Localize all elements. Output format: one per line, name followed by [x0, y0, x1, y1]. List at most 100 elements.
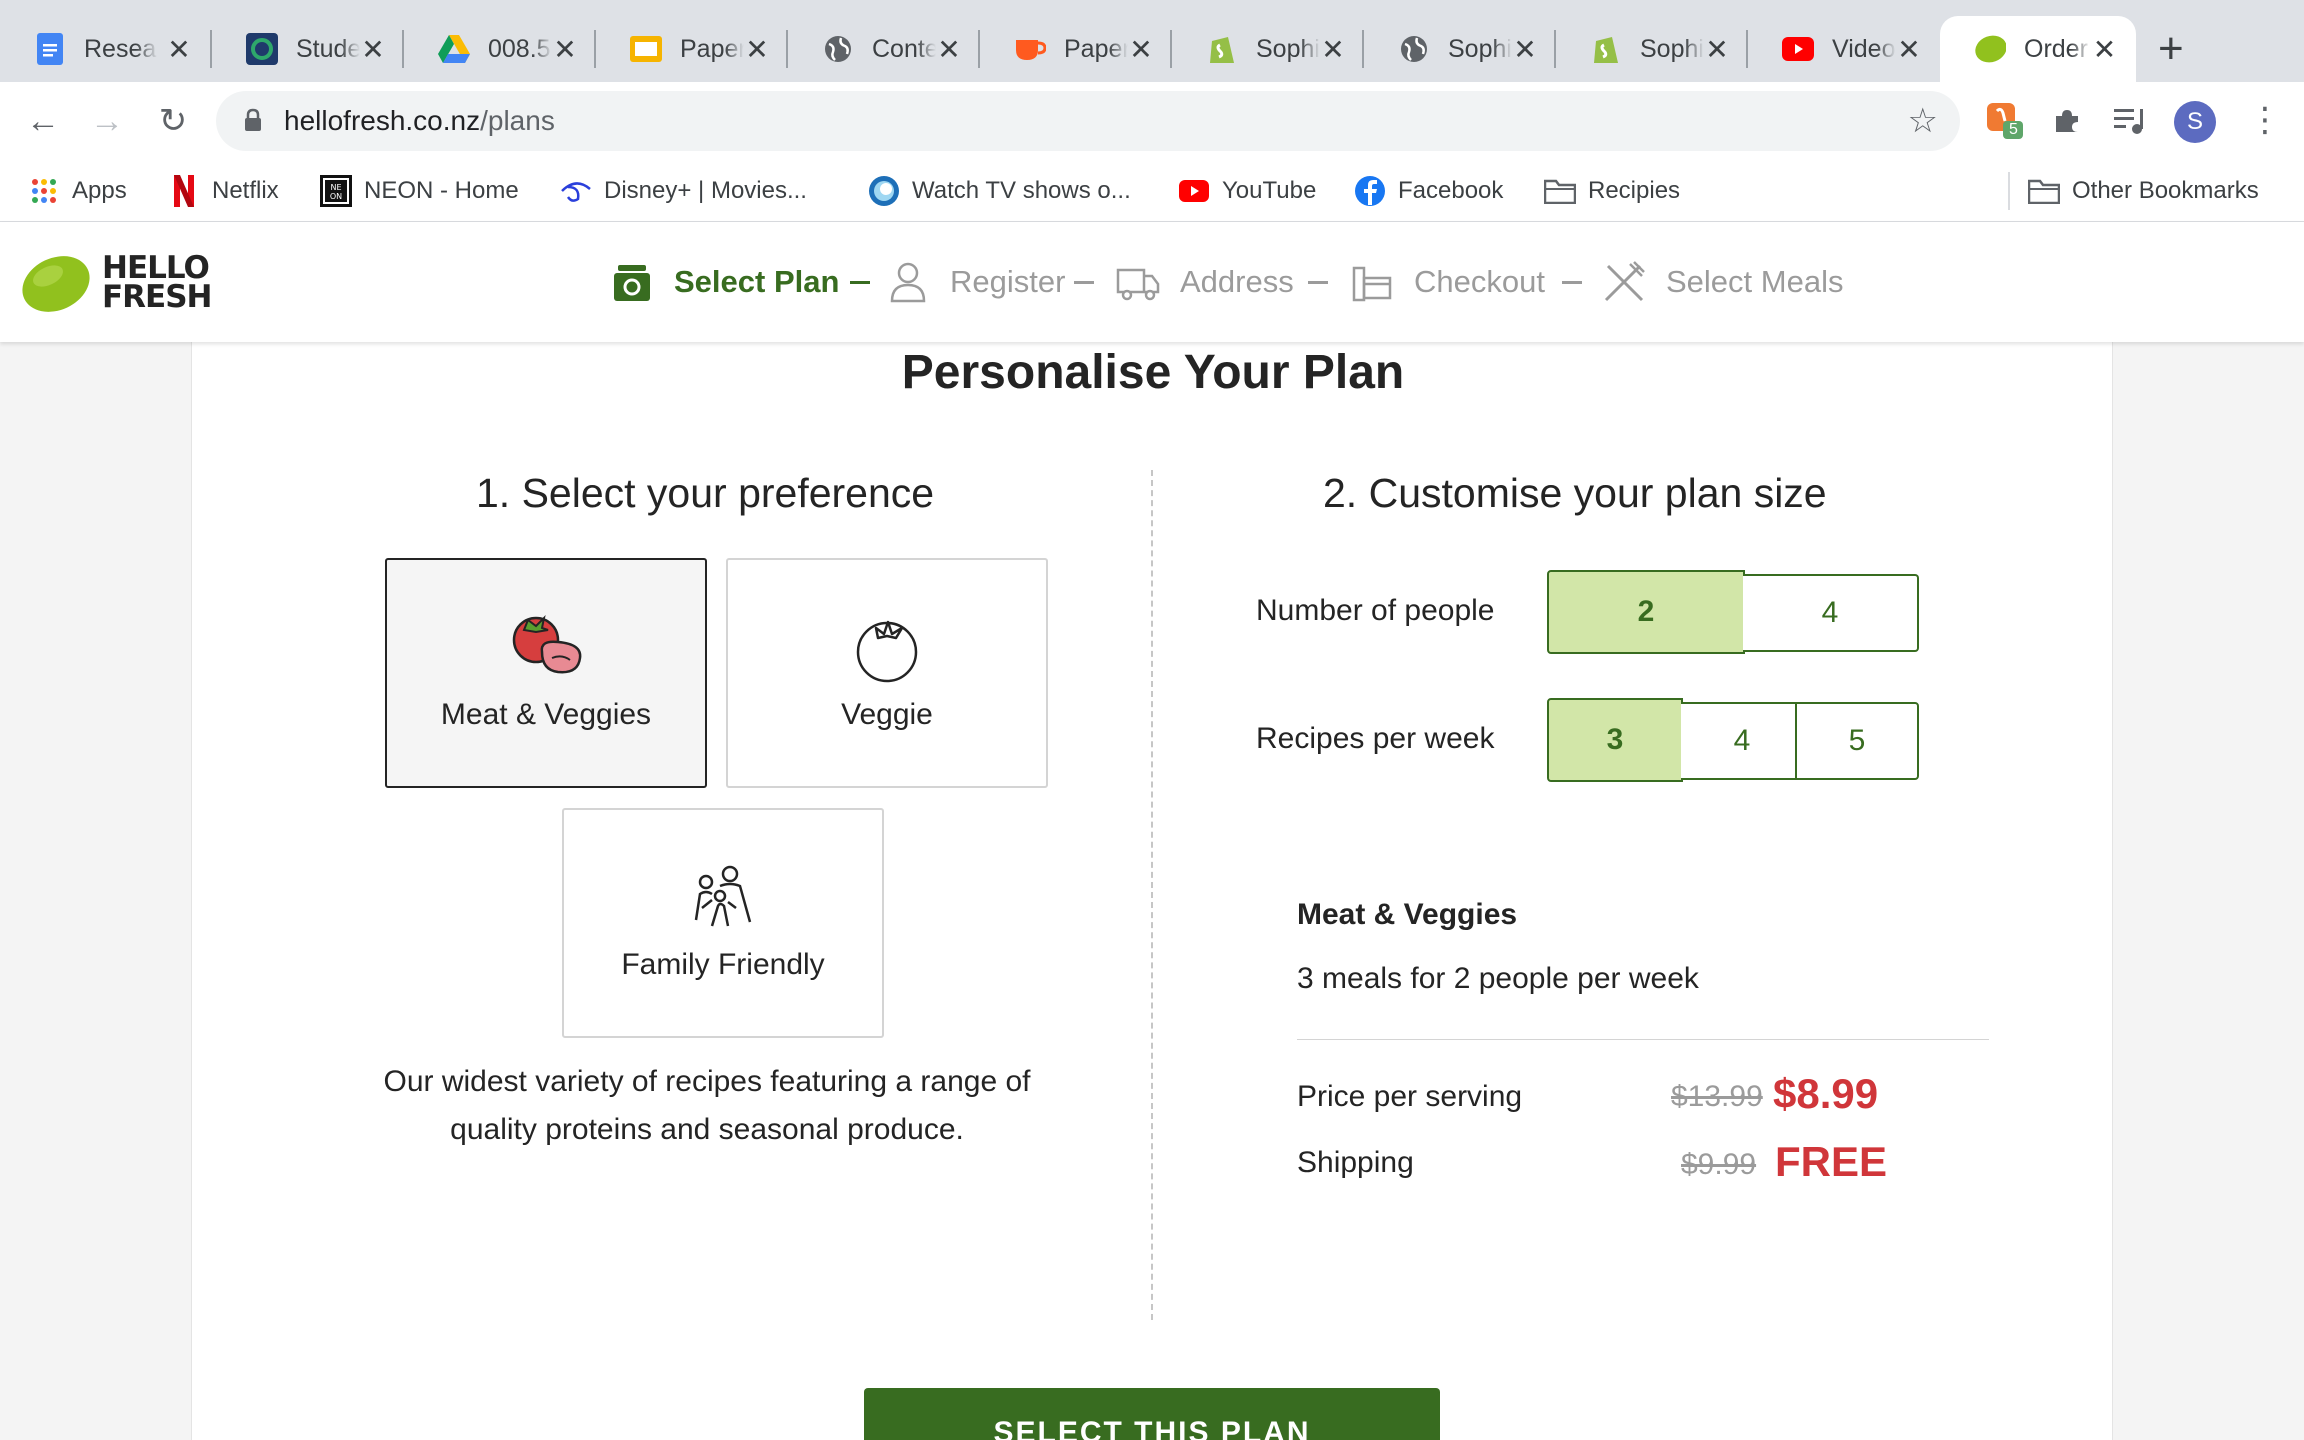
step-label: Checkout — [1414, 264, 1545, 299]
close-icon[interactable]: ✕ — [1704, 33, 1730, 66]
shipping-label: Shipping — [1297, 1146, 1414, 1179]
preference-veggie[interactable]: Veggie — [726, 558, 1048, 788]
plan-card: Personalise Your Plan 1. Select your pre… — [191, 342, 2113, 1440]
site-header: HELLO FRESH Select Plan Register Address … — [0, 222, 2304, 342]
step-connector — [850, 281, 870, 284]
tab-title: Content — [872, 34, 937, 63]
close-icon[interactable]: ✕ — [744, 33, 770, 66]
folder-icon — [2028, 175, 2060, 207]
profile-avatar[interactable]: S — [2174, 101, 2216, 143]
shopify-icon — [1206, 33, 1238, 65]
step-select-plan[interactable]: Select Plan — [610, 258, 839, 306]
apps-grid-icon — [28, 175, 60, 207]
lime-logo-icon — [22, 256, 90, 312]
preference-family-friendly[interactable]: Family Friendly — [562, 808, 884, 1038]
family-icon — [688, 862, 758, 934]
bookmark-star-icon[interactable]: ☆ — [1908, 101, 1938, 141]
recipes-option-3[interactable]: 3 — [1547, 698, 1683, 782]
recipes-option-5[interactable]: 5 — [1795, 702, 1919, 780]
recipes-per-week-label: Recipes per week — [1256, 722, 1495, 755]
google-drive-icon — [438, 33, 470, 65]
browser-tab[interactable]: 008.5 ✕ — [404, 16, 596, 82]
browser-tab[interactable]: Sophie ✕ — [1556, 16, 1748, 82]
preference-label: Family Friendly — [621, 948, 825, 981]
browser-toolbar: ← → ↻ hellofresh.co.nz/plans ☆ 5 S ⋮ — [0, 82, 2304, 160]
bookmark-disney[interactable]: Disney+ | Movies... — [560, 172, 807, 210]
bookmark-facebook[interactable]: Facebook — [1354, 172, 1503, 210]
user-icon — [886, 260, 930, 304]
student-portal-icon — [246, 33, 278, 65]
tab-title: Sophie — [1640, 34, 1704, 63]
tab-title: Sophie — [1448, 34, 1512, 63]
browser-tab-active[interactable]: Order ✕ — [1940, 16, 2136, 82]
close-icon[interactable]: ✕ — [936, 33, 962, 66]
step-connector — [1074, 281, 1094, 284]
close-icon[interactable]: ✕ — [1128, 33, 1154, 66]
bookmark-label: Watch TV shows o... — [912, 177, 1131, 204]
close-icon[interactable]: ✕ — [1896, 33, 1922, 66]
other-bookmarks-folder[interactable]: Other Bookmarks — [2028, 172, 2259, 210]
tomato-icon — [852, 612, 922, 684]
step-connector — [1562, 281, 1582, 284]
plan-box-icon — [610, 260, 654, 304]
browser-tab[interactable]: Sophie ✕ — [1364, 16, 1556, 82]
close-icon[interactable]: ✕ — [1320, 33, 1346, 66]
close-icon[interactable]: ✕ — [552, 33, 578, 66]
browser-tab[interactable]: Paper ✕ — [596, 16, 788, 82]
step-checkout[interactable]: Checkout — [1350, 258, 1545, 306]
bookmarks-bar: Apps Netflix NE ON NEON - Home Disney+ | … — [0, 160, 2304, 222]
bookmark-youtube[interactable]: YouTube — [1178, 172, 1316, 210]
back-button[interactable]: ← — [20, 98, 66, 144]
facebook-icon — [1354, 175, 1386, 207]
extension-button[interactable]: 5 — [1984, 100, 2026, 142]
recipes-option-4[interactable]: 4 — [1681, 702, 1805, 780]
bookmark-folder-recipies[interactable]: Recipies — [1544, 172, 1680, 210]
new-tab-button[interactable]: + — [2158, 26, 2184, 72]
delivery-truck-icon — [1116, 260, 1160, 304]
step-address[interactable]: Address — [1116, 258, 1294, 306]
tab-title: 008.5 — [488, 34, 551, 63]
browser-tab[interactable]: Paper ✕ — [980, 16, 1172, 82]
select-this-plan-button[interactable]: SELECT THIS PLAN — [864, 1388, 1440, 1440]
browser-tab[interactable]: Student ✕ — [212, 16, 404, 82]
browser-tab[interactable]: Content ✕ — [788, 16, 980, 82]
globe-icon — [822, 33, 854, 65]
preference-meat-veggies[interactable]: Meat & Veggies — [385, 558, 707, 788]
hellofresh-logo[interactable]: HELLO FRESH — [18, 252, 212, 314]
bookmark-netflix[interactable]: Netflix — [168, 172, 279, 210]
youtube-icon — [1782, 33, 1814, 65]
browser-tab[interactable]: Video ✕ — [1748, 16, 1940, 82]
bookmark-label: Other Bookmarks — [2072, 177, 2259, 204]
reload-icon: ↻ — [158, 102, 188, 140]
url-text: hellofresh.co.nz/plans — [284, 105, 555, 137]
people-option-2[interactable]: 2 — [1547, 570, 1745, 654]
close-icon[interactable]: ✕ — [1512, 33, 1538, 66]
close-icon[interactable]: ✕ — [2091, 33, 2118, 66]
url-path: /plans — [480, 105, 555, 136]
step-label: Select Plan — [674, 264, 840, 299]
step-register[interactable]: Register — [886, 258, 1065, 306]
reload-button[interactable]: ↻ — [150, 98, 196, 144]
bookmark-tvnz[interactable]: Watch TV shows o... — [868, 172, 1131, 210]
bookmark-neon[interactable]: NE ON NEON - Home — [320, 172, 519, 210]
chrome-menu-icon[interactable]: ⋮ — [2248, 100, 2282, 140]
extensions-button[interactable] — [2046, 100, 2088, 142]
step-select-meals[interactable]: Select Meals — [1602, 258, 1843, 306]
close-icon[interactable]: ✕ — [360, 33, 386, 66]
browser-tab[interactable]: Sophie ✕ — [1172, 16, 1364, 82]
playlist-icon — [2114, 109, 2143, 134]
address-bar[interactable]: hellofresh.co.nz/plans ☆ — [216, 91, 1960, 151]
tab-title: Video — [1832, 34, 1896, 63]
bookmark-apps[interactable]: Apps — [28, 172, 127, 210]
bookmarks-divider — [2008, 172, 2010, 210]
forward-button[interactable]: → — [84, 98, 130, 144]
browser-tab[interactable]: Research ✕ — [0, 16, 212, 82]
summary-divider — [1297, 1039, 1989, 1040]
neon-icon: NE ON — [320, 175, 352, 207]
netflix-icon — [168, 175, 200, 207]
media-control-button[interactable] — [2110, 100, 2152, 142]
youtube-icon — [1178, 175, 1210, 207]
people-option-4[interactable]: 4 — [1743, 574, 1919, 652]
close-icon[interactable]: ✕ — [164, 33, 194, 66]
bookmark-label: Disney+ | Movies... — [604, 177, 807, 204]
